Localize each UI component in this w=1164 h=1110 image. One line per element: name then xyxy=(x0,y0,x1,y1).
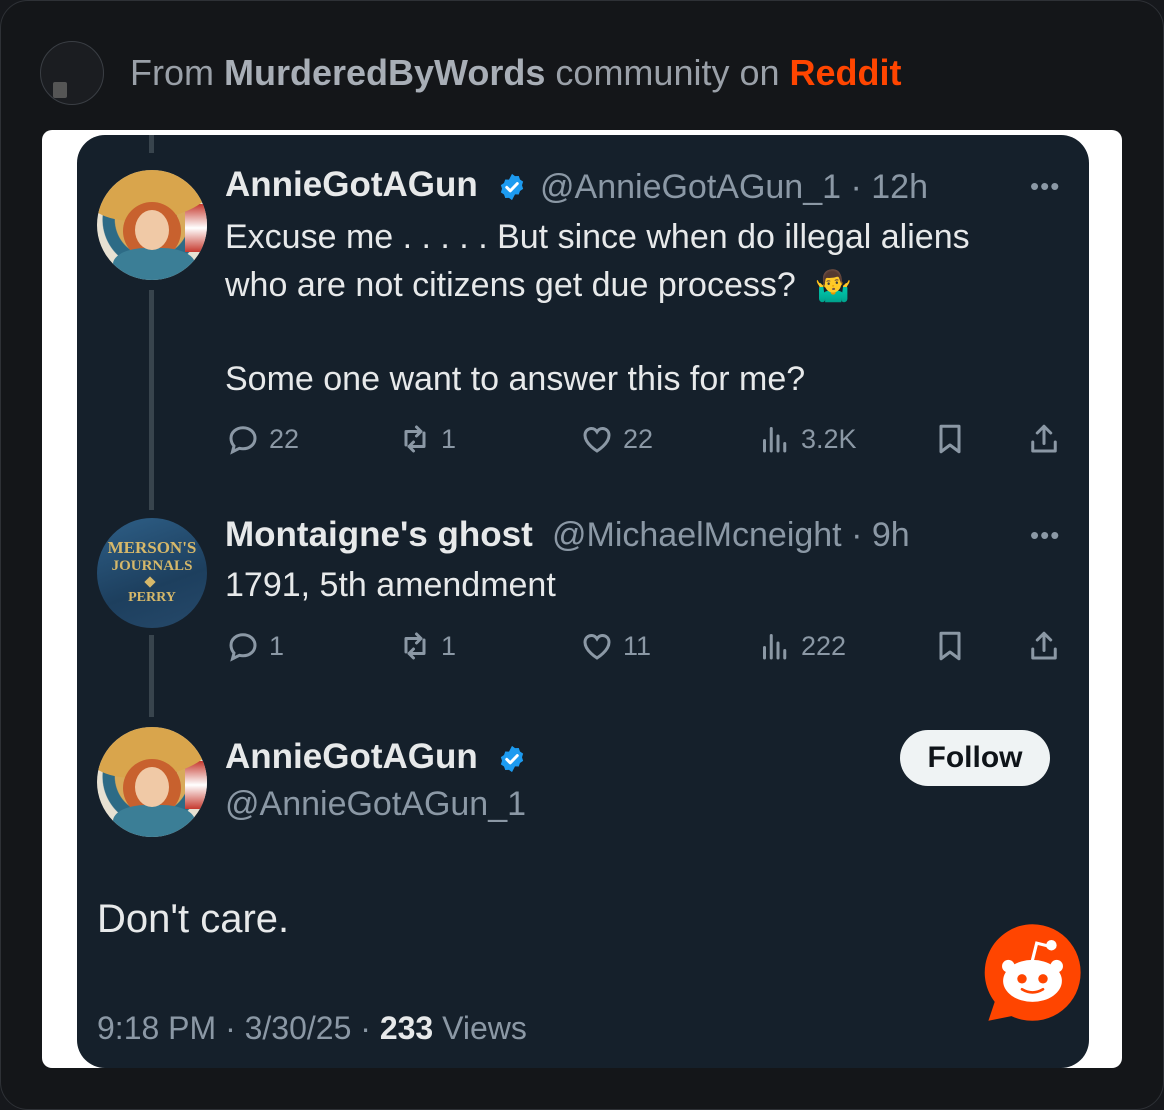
repost-button[interactable]: 1 xyxy=(397,628,456,664)
verified-icon xyxy=(501,745,524,772)
heart-icon xyxy=(583,426,611,453)
repost-button[interactable]: 1 xyxy=(397,421,456,457)
timestamp[interactable]: 9:18 PM · 3/30/25 · xyxy=(97,1010,380,1046)
more-icon[interactable]: ••• xyxy=(1030,171,1060,202)
share-icon xyxy=(1031,631,1057,660)
share-button[interactable] xyxy=(1026,421,1062,462)
reply-button[interactable]: 22 xyxy=(225,421,299,457)
share-icon xyxy=(1031,424,1057,453)
repost-icon xyxy=(404,632,426,660)
views-label: Views xyxy=(433,1010,527,1046)
reddit-logo-icon xyxy=(984,924,1081,1021)
follow-button[interactable]: Follow xyxy=(900,730,1050,786)
tweet-1-text-line: Some one want to answer this for me? xyxy=(225,360,806,398)
tweet-1-author[interactable]: AnnieGotAGun xyxy=(225,165,527,205)
views-button[interactable]: 222 xyxy=(757,628,846,664)
heart-icon xyxy=(583,633,611,660)
repost-icon xyxy=(404,425,426,453)
verified-icon xyxy=(501,173,524,200)
avatar[interactable] xyxy=(97,727,207,837)
tweet-1-text-line: who are not citizens get due process? 🤷‍… xyxy=(225,266,853,304)
reply-button[interactable]: 1 xyxy=(225,628,284,664)
avatar[interactable] xyxy=(97,170,207,280)
main-tweet-author[interactable]: AnnieGotAGun xyxy=(225,737,527,777)
source-header: From MurderedByWords community on Reddit xyxy=(40,40,902,106)
main-tweet-handle[interactable]: @AnnieGotAGun_1 xyxy=(225,785,526,824)
tweet-1-text-line: Excuse me . . . . . But since when do il… xyxy=(225,218,970,256)
main-tweet-meta: 9:18 PM · 3/30/25 · 233 Views xyxy=(97,1010,527,1047)
source-text: From MurderedByWords community on Reddit xyxy=(130,52,902,93)
views-icon xyxy=(763,634,787,660)
views-count: 233 xyxy=(379,1010,434,1046)
tweet-1-handle-time[interactable]: @AnnieGotAGun_1 · 12h xyxy=(540,168,928,207)
views-button[interactable]: 3.2K xyxy=(757,421,857,457)
reply-icon xyxy=(229,426,257,455)
thread-line xyxy=(149,635,154,717)
bookmark-button[interactable] xyxy=(932,421,968,462)
community-avatar[interactable] xyxy=(40,41,104,105)
tweet-2-handle-time[interactable]: @MichaelMcneight · 9h xyxy=(552,516,910,555)
bookmark-icon xyxy=(939,631,961,661)
more-icon[interactable]: ••• xyxy=(1030,520,1060,551)
like-button[interactable]: 11 xyxy=(579,628,651,664)
bookmark-button[interactable] xyxy=(932,628,968,669)
thread-line xyxy=(149,290,154,510)
community-name[interactable]: MurderedByWords xyxy=(224,52,545,93)
views-icon xyxy=(763,427,787,453)
tweet-2-text-line: 1791, 5th amendment xyxy=(225,566,556,604)
share-button[interactable] xyxy=(1026,628,1062,669)
shrug-emoji: 🤷‍♂️ xyxy=(814,270,853,303)
main-tweet-text: Don't care. xyxy=(97,897,290,941)
reply-icon xyxy=(229,633,257,662)
tweet-2-author[interactable]: Montaigne's ghost xyxy=(225,515,533,555)
platform-name[interactable]: Reddit xyxy=(790,52,902,93)
thread-line xyxy=(149,135,154,153)
bookmark-icon xyxy=(939,424,961,454)
like-button[interactable]: 22 xyxy=(579,421,653,457)
avatar[interactable]: MERSON'S JOURNALS PERRY xyxy=(97,518,207,628)
tweet-screenshot: AnnieGotAGun @AnnieGotAGun_1 · 12h ••• E… xyxy=(77,135,1089,1068)
